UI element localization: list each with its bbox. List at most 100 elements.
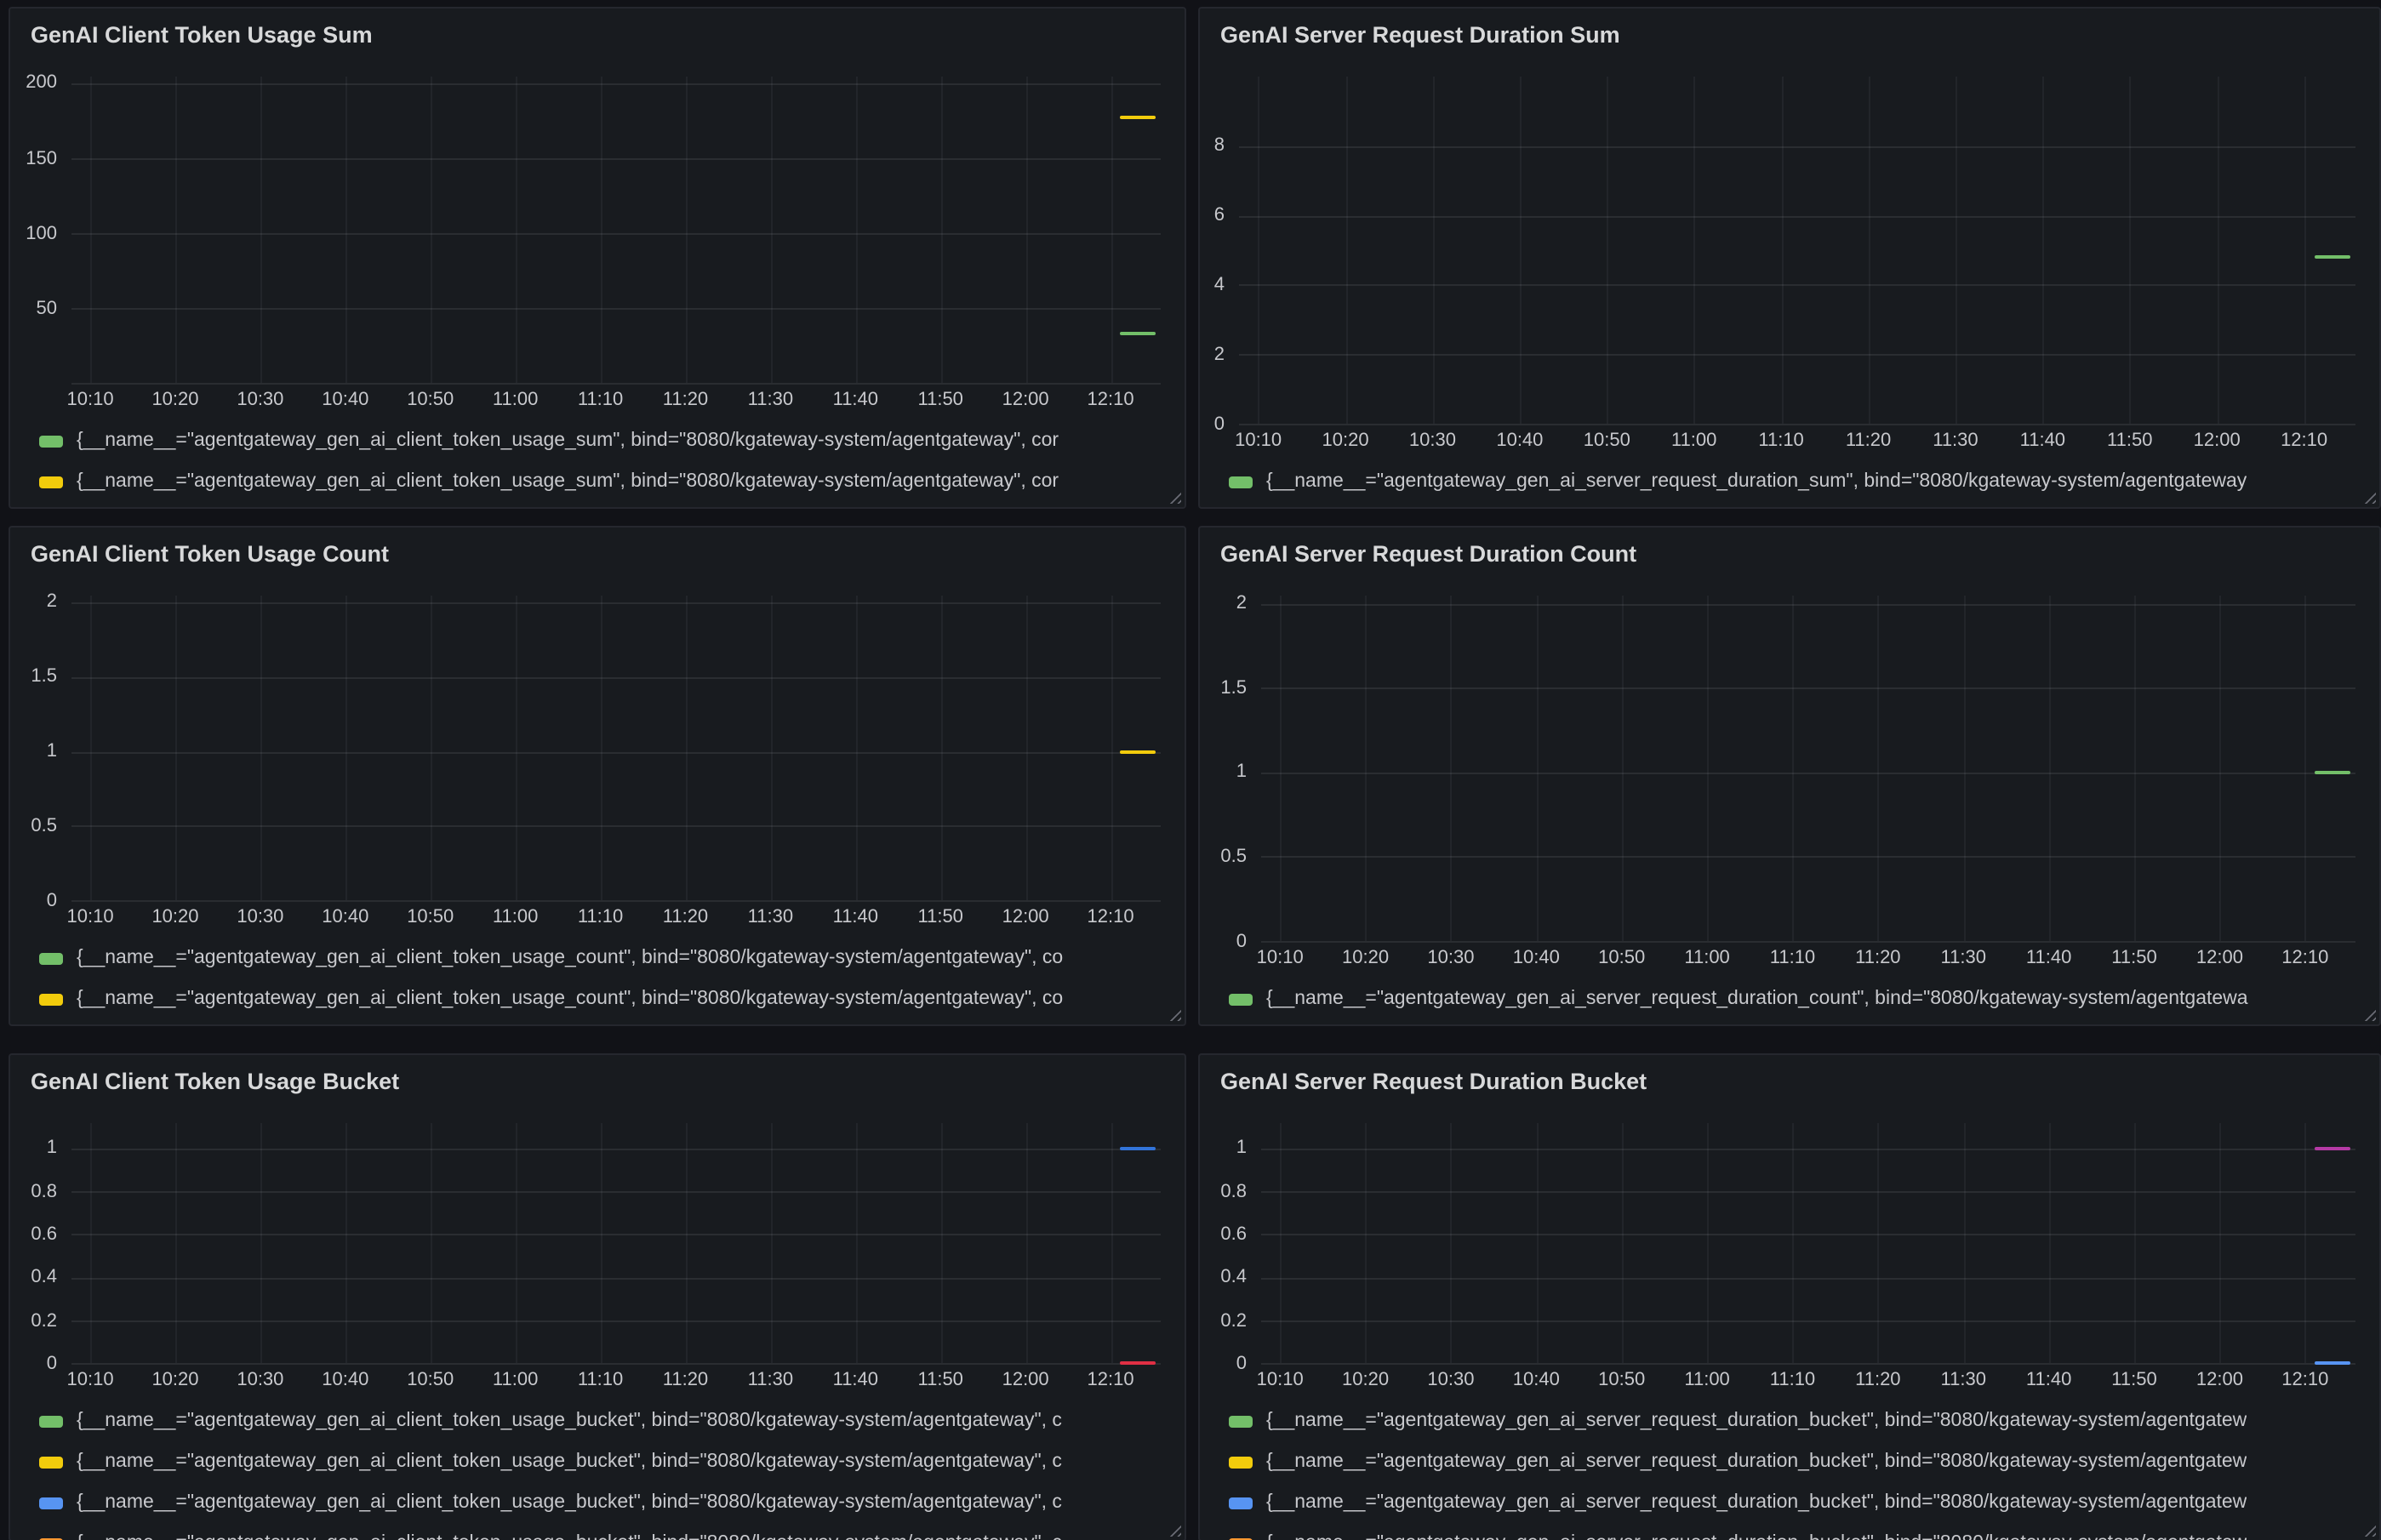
legend: {__name__="agentgateway_gen_ai_client_to… [10, 933, 1185, 1024]
panel-header[interactable]: GenAI Client Token Usage Sum [10, 9, 1185, 60]
gridline-vertical [2304, 77, 2306, 424]
legend-item[interactable]: {__name__="agentgateway_gen_ai_client_to… [39, 1400, 1185, 1441]
plot-row: 21.510.50 [10, 596, 1185, 902]
x-tick-label: 11:00 [1671, 432, 1716, 451]
x-tick-label: 11:50 [918, 391, 963, 410]
series-line [2315, 771, 2350, 774]
legend-item[interactable]: {__name__="agentgateway_gen_ai_server_re… [1229, 1523, 2379, 1540]
legend-item[interactable]: {__name__="agentgateway_gen_ai_client_to… [39, 461, 1185, 502]
gridline-vertical [2305, 596, 2307, 941]
panel-header[interactable]: GenAI Client Token Usage Bucket [10, 1055, 1185, 1106]
series-line [1121, 1147, 1156, 1150]
gridline-horizontal [71, 1149, 1161, 1150]
x-tick-label: 11:00 [493, 391, 538, 410]
plot-canvas[interactable] [1260, 1123, 2355, 1365]
legend-item[interactable]: {__name__="agentgateway_gen_ai_server_re… [1229, 1482, 2379, 1523]
gridline-vertical [770, 77, 772, 383]
plot-canvas[interactable] [71, 596, 1161, 902]
legend-item[interactable]: {__name__="agentgateway_gen_ai_client_to… [39, 938, 1185, 978]
legend-item[interactable]: {__name__="agentgateway_gen_ai_client_to… [39, 1523, 1185, 1540]
gridline-horizontal [71, 603, 1161, 605]
x-tick-label: 10:10 [67, 1372, 114, 1390]
plot-canvas[interactable] [1260, 596, 2355, 943]
gridline-vertical [2130, 77, 2132, 424]
legend-item[interactable]: {__name__="agentgateway_gen_ai_server_re… [1229, 1441, 2379, 1482]
x-tick-label: 11:50 [2111, 1372, 2156, 1390]
y-axis: 20015010050 [10, 77, 71, 385]
legend-series-label: {__name__="agentgateway_gen_ai_client_to… [77, 1533, 1062, 1540]
gridline-vertical [345, 77, 347, 383]
gridline-vertical [601, 1123, 602, 1363]
x-tick-label: 10:20 [1342, 950, 1389, 968]
legend-swatch [1229, 1415, 1253, 1427]
x-axis-labels: 10:1010:2010:3010:4010:5011:0011:1011:20… [71, 385, 1161, 415]
legend-item[interactable]: {__name__="agentgateway_gen_ai_client_to… [39, 1441, 1185, 1482]
x-axis: 10:1010:2010:3010:4010:5011:0011:1011:20… [10, 385, 1185, 415]
x-tick-label: 11:20 [663, 909, 708, 927]
legend-item[interactable]: {__name__="agentgateway_gen_ai_server_re… [1229, 1400, 2379, 1441]
y-tick-label: 0.4 [31, 1269, 57, 1288]
gridline-vertical [685, 596, 687, 900]
x-axis-labels: 10:1010:2010:3010:4010:5011:0011:1011:20… [1260, 1365, 2355, 1395]
y-tick-label: 1 [1236, 764, 1247, 783]
plot-canvas[interactable] [71, 1123, 1161, 1365]
x-tick-label: 12:10 [1088, 1372, 1134, 1390]
panel-header[interactable]: GenAI Server Request Duration Sum [1200, 9, 2379, 60]
plot-canvas[interactable] [1238, 77, 2355, 425]
legend-series-label: {__name__="agentgateway_gen_ai_server_re… [1266, 1411, 2247, 1431]
gridline-vertical [855, 1123, 857, 1363]
legend-item[interactable]: {__name__="agentgateway_gen_ai_client_to… [39, 1482, 1185, 1523]
gridline-vertical [1280, 596, 1282, 941]
panel-header[interactable]: GenAI Server Request Duration Count [1200, 528, 2379, 579]
panel-genai-client-token-usage-count: GenAI Client Token Usage Count 21.510.50… [9, 526, 1186, 1026]
gridline-vertical [855, 77, 857, 383]
legend-item[interactable]: {__name__="agentgateway_gen_ai_server_re… [1229, 461, 2379, 502]
x-tick-label: 11:30 [1933, 432, 1978, 451]
panel-header[interactable]: GenAI Client Token Usage Count [10, 528, 1185, 579]
plot-canvas[interactable] [71, 77, 1161, 385]
gridline-vertical [1025, 77, 1027, 383]
x-tick-label: 10:10 [1235, 432, 1282, 451]
gridline-vertical [345, 1123, 347, 1363]
x-tick-label: 11:00 [493, 909, 538, 927]
gridline-vertical [685, 1123, 687, 1363]
legend-item[interactable]: {__name__="agentgateway_gen_ai_client_to… [39, 978, 1185, 1019]
gridline-horizontal [1260, 773, 2355, 774]
gridline-vertical [1781, 77, 1783, 424]
legend-item[interactable]: {__name__="agentgateway_gen_ai_server_re… [1229, 978, 2379, 1019]
gridline-vertical [2219, 596, 2221, 941]
legend-series-label: {__name__="agentgateway_gen_ai_client_to… [77, 989, 1063, 1009]
gridline-vertical [2049, 596, 2051, 941]
panel-genai-client-token-usage-bucket: GenAI Client Token Usage Bucket 10.80.60… [9, 1053, 1186, 1540]
x-tick-label: 11:30 [748, 391, 793, 410]
y-tick-label: 2 [1236, 595, 1247, 613]
gridline-vertical [1345, 77, 1347, 424]
legend-swatch [39, 1415, 63, 1427]
y-axis: 10.80.60.40.20 [1200, 1123, 1260, 1365]
legend: {__name__="agentgateway_gen_ai_server_re… [1200, 1395, 2379, 1540]
series-line [1121, 332, 1156, 335]
gridline-vertical [940, 596, 942, 900]
panel-title: GenAI Server Request Duration Bucket [1220, 1069, 2359, 1094]
gridline-vertical [2134, 596, 2136, 941]
gridline-vertical [1707, 596, 1709, 941]
gridline-horizontal [71, 233, 1161, 235]
x-tick-label: 11:30 [1941, 950, 1986, 968]
gridline-vertical [2305, 1123, 2307, 1363]
gridline-horizontal [71, 308, 1161, 310]
y-tick-label: 50 [37, 300, 58, 319]
legend-series-label: {__name__="agentgateway_gen_ai_client_to… [77, 471, 1059, 492]
x-tick-label: 10:40 [322, 909, 368, 927]
legend-item[interactable]: {__name__="agentgateway_gen_ai_client_to… [39, 420, 1185, 461]
x-tick-label: 10:50 [407, 1372, 454, 1390]
x-tick-label: 10:40 [322, 391, 368, 410]
x-tick-label: 11:30 [748, 909, 793, 927]
x-tick-label: 10:30 [1427, 1372, 1474, 1390]
gridline-vertical [1451, 596, 1453, 941]
dashboard: GenAI Client Token Usage Sum 20015010050… [0, 0, 2381, 1540]
x-tick-label: 10:50 [1598, 1372, 1645, 1390]
gridline-vertical [1694, 77, 1696, 424]
panel-header[interactable]: GenAI Server Request Duration Bucket [1200, 1055, 2379, 1106]
x-tick-label: 10:40 [322, 1372, 368, 1390]
gridline-vertical [90, 77, 92, 383]
